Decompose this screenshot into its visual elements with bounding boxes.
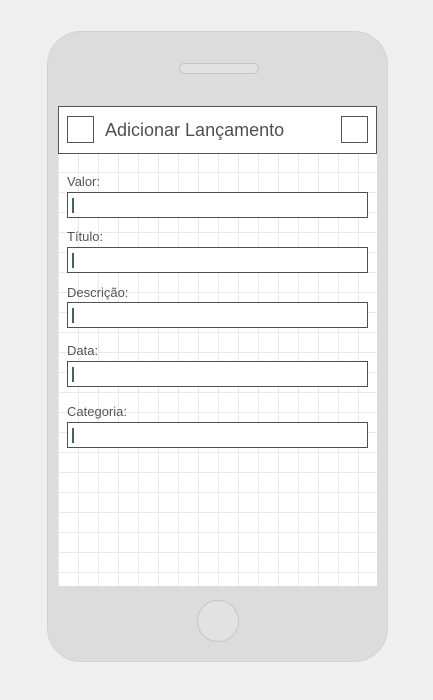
text-caret — [72, 367, 74, 382]
back-button[interactable] — [67, 116, 94, 143]
text-caret — [72, 308, 74, 323]
phone-speaker — [179, 63, 259, 74]
app-screen: Adicionar Lançamento Valor: Título: Desc… — [58, 106, 377, 586]
titulo-input[interactable] — [67, 247, 368, 273]
home-button[interactable] — [197, 600, 239, 642]
data-input[interactable] — [67, 361, 368, 387]
text-caret — [72, 253, 74, 268]
categoria-label: Categoria: — [67, 404, 127, 419]
descricao-label: Descrição: — [67, 285, 129, 300]
phone-frame: Adicionar Lançamento Valor: Título: Desc… — [47, 31, 388, 662]
text-caret — [72, 198, 74, 213]
app-header: Adicionar Lançamento — [58, 106, 377, 154]
valor-label: Valor: — [67, 174, 100, 189]
page-title: Adicionar Lançamento — [105, 120, 285, 140]
valor-input[interactable] — [67, 192, 368, 218]
categoria-input[interactable] — [67, 422, 368, 448]
titulo-label: Título: — [67, 229, 104, 244]
text-caret — [72, 428, 74, 443]
confirm-button[interactable] — [341, 116, 368, 143]
descricao-input[interactable] — [67, 302, 368, 328]
data-label: Data: — [67, 343, 99, 358]
